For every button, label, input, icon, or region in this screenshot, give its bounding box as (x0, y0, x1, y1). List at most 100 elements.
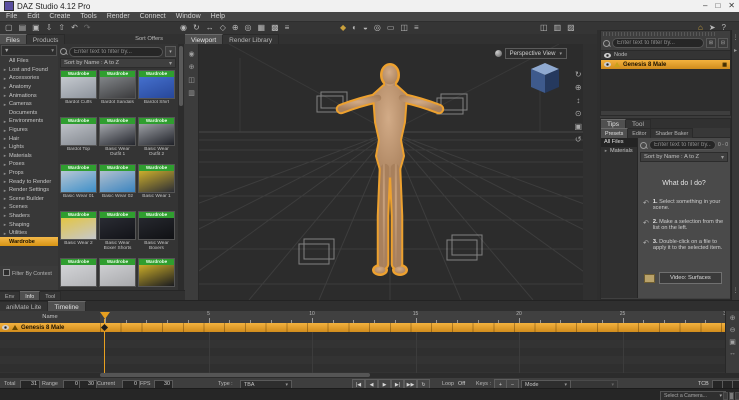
scene-search-input[interactable] (612, 38, 704, 48)
expand-arrow-icon[interactable]: ► (3, 85, 7, 90)
expand-arrow-icon[interactable]: ► (3, 222, 7, 227)
hierarchy-icon[interactable]: ◫ (540, 23, 548, 33)
expand-arrow-icon[interactable]: ► (3, 188, 7, 193)
category-figures[interactable]: ►Figures (0, 126, 58, 135)
pose-tool-icon[interactable]: ◐ (352, 23, 357, 33)
expand-arrow-icon[interactable]: ► (3, 136, 7, 141)
expand-arrow-icon[interactable]: ► (3, 67, 7, 72)
category-filter-dropdown[interactable]: ▼ ▾ (1, 45, 57, 56)
asset-item[interactable]: WardrobeBasic Wear 2 (59, 210, 98, 257)
category-animations[interactable]: ►Animations (0, 91, 58, 100)
fit-icon[interactable]: ↔ (729, 350, 736, 357)
category-ready-to-render[interactable]: ►Ready to Render (0, 177, 58, 186)
asset-item[interactable]: WardrobeBardot Cuffs (59, 69, 98, 116)
redo-icon[interactable]: ↷ (84, 23, 91, 33)
scene-node-row[interactable]: Genesis 8 Male ▦ (601, 60, 730, 69)
expand-arrow-icon[interactable]: ► (3, 102, 7, 107)
scale-tool-icon[interactable]: ◇ (220, 23, 226, 33)
render-settings-icon[interactable]: ≡ (285, 23, 290, 33)
menu-tools[interactable]: Tools (80, 13, 96, 20)
menu-connect[interactable]: Connect (140, 13, 166, 20)
zoom-in-icon[interactable]: ⊕ (730, 314, 736, 322)
expand-arrow-icon[interactable]: ► (3, 128, 7, 133)
tab-presets[interactable]: Presets (601, 128, 628, 138)
drawstyle-ball-icon[interactable] (495, 50, 502, 57)
category-scene-builder[interactable]: ►Scene Builder (0, 195, 58, 204)
undo-icon[interactable]: ↶ (71, 23, 78, 33)
category-utilities[interactable]: ►Utilities (0, 229, 58, 238)
visibility-toggle-icon[interactable] (604, 62, 611, 67)
asset-item[interactable]: WardrobeBardot Top (59, 116, 98, 163)
category-poses[interactable]: ►Poses (0, 160, 58, 169)
asset-item[interactable]: WardrobeBardot Shirt (137, 69, 176, 116)
category-cameras[interactable]: ►Cameras (0, 100, 58, 109)
surface-selection-icon[interactable]: ◎ (245, 23, 252, 33)
import-icon[interactable]: ⇩ (46, 23, 53, 33)
menu-render[interactable]: Render (107, 13, 130, 20)
presets-category-materials[interactable]: ►Materials (601, 147, 637, 156)
category-wardrobe[interactable]: Wardrobe (0, 237, 58, 246)
frame-range-icon[interactable]: ▣ (729, 338, 736, 346)
camera-selector-dropdown[interactable]: Perspective View ▾ (505, 48, 567, 59)
track-visibility-icon[interactable] (2, 325, 9, 330)
tab-shader-baker[interactable]: Shader Baker (651, 128, 693, 138)
collapse-all-button[interactable]: ⊟ (718, 38, 728, 48)
frame-tool-icon[interactable]: ▭ (387, 23, 395, 33)
expand-arrow-icon[interactable]: ► (3, 196, 7, 201)
asset-item[interactable]: WardrobeBasic Wear 02 (98, 163, 137, 210)
expand-arrow-icon[interactable]: ► (3, 179, 7, 184)
rotate-tool-icon[interactable]: ↻ (193, 23, 200, 33)
node-menu-icon[interactable]: ▦ (722, 62, 727, 68)
smoothing-icon[interactable]: ◎ (374, 23, 381, 33)
view-options-button[interactable]: ▾ (165, 46, 176, 57)
new-file-icon[interactable]: ▢ (5, 23, 13, 33)
category-render-settings[interactable]: ►Render Settings (0, 186, 58, 195)
camera-view-icon[interactable]: ◉ (188, 50, 194, 58)
tab-editor[interactable]: Editor (628, 128, 651, 138)
expand-arrow-icon[interactable]: ► (3, 76, 7, 81)
scene-navigator-icon[interactable]: ◉ (180, 23, 187, 33)
export-icon[interactable]: ⇧ (58, 23, 65, 33)
asset-item[interactable]: Wardrobe (137, 257, 176, 290)
close-button[interactable]: ✕ (728, 1, 735, 11)
status-camera-dropdown[interactable]: Select a Camera... ▾ (660, 391, 726, 400)
category-lights[interactable]: ►Lights (0, 143, 58, 152)
pane-dock-icon[interactable]: ▸ (734, 47, 737, 54)
menu-create[interactable]: Create (49, 13, 70, 20)
asset-item[interactable]: Wardrobe (98, 257, 137, 290)
asset-item[interactable]: WardrobeBardot Sandals (98, 69, 137, 116)
expand-arrow-icon[interactable]: ► (3, 93, 7, 98)
pan-view-icon[interactable]: ⊕ (189, 63, 195, 71)
timeline-track-area[interactable] (0, 332, 725, 373)
category-shaping[interactable]: ►Shaping (0, 220, 58, 229)
content-search-input[interactable] (69, 47, 163, 57)
sort-dropdown[interactable]: Sort by Name : A to Z ▾ (60, 58, 176, 68)
menu-file[interactable]: File (6, 13, 17, 20)
asset-item[interactable]: WardrobeBasic Wear Outfit 1 (98, 116, 137, 163)
asset-item[interactable]: WardrobeBasic Wear Boxer Shorts (98, 210, 137, 257)
filter-context-checkbox[interactable] (3, 269, 10, 276)
presets-category-all-files[interactable]: All Files (601, 138, 637, 147)
sort-offers-link[interactable]: Sort Offers (135, 36, 163, 42)
orbit-icon[interactable]: ↻ (575, 70, 582, 79)
presets-search-input[interactable] (649, 140, 716, 150)
asset-item[interactable]: Wardrobe (59, 257, 98, 290)
asset-item[interactable]: WardrobeBasic Wear Outfit 2 (137, 116, 176, 163)
expand-arrow-icon[interactable]: ► (3, 162, 7, 167)
viewport-canvas[interactable]: Perspective View ▾ ↻⊕↕⊙▣↺ (199, 44, 583, 300)
cube-view-icon[interactable]: ◫ (188, 76, 195, 84)
asset-item[interactable]: WardrobeBasic Wear 1 (137, 163, 176, 210)
expand-arrow-icon[interactable]: ► (3, 153, 7, 158)
spot-render-icon[interactable]: ▦ (258, 23, 266, 33)
cameras-icon[interactable]: ▨ (567, 23, 575, 33)
content-scrollbar[interactable] (178, 44, 184, 290)
minimize-button[interactable]: – (703, 1, 707, 11)
expand-arrow-icon[interactable]: ► (3, 119, 7, 124)
open-file-icon[interactable]: ▤ (19, 23, 27, 33)
category-accessories[interactable]: ►Accessories (0, 74, 58, 83)
expand-arrow-icon[interactable]: ► (3, 205, 7, 210)
zoom-icon[interactable]: ⊙ (575, 109, 582, 118)
animate-icon[interactable]: ◆ (340, 23, 346, 33)
category-hair[interactable]: ►Hair (0, 134, 58, 143)
category-props[interactable]: ►Props (0, 169, 58, 178)
